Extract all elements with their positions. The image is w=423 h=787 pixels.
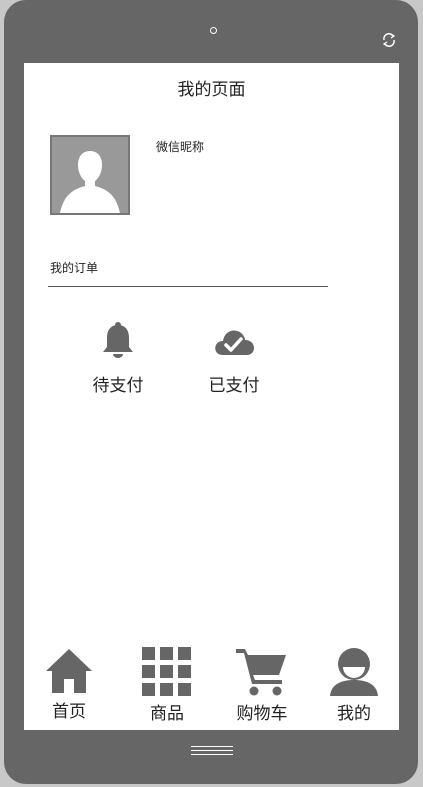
home-button[interactable] <box>191 746 233 758</box>
tab-mine-label: 我的 <box>337 704 371 724</box>
tab-products-label: 商品 <box>150 704 184 724</box>
bell-icon <box>103 322 133 358</box>
cart-icon <box>236 649 286 696</box>
cloud-check-icon <box>215 330 254 355</box>
order-pending-button[interactable]: 待支付 <box>78 321 158 396</box>
order-pending-label: 待支付 <box>92 376 144 396</box>
tab-bar: 首页 商品 购物车 我的 <box>24 647 399 730</box>
tab-home[interactable]: 首页 <box>24 647 114 722</box>
screen: 我的页面 微信昵称 我的订单 待支付 已支付 首页 商品 购物车 我的 <box>24 63 399 730</box>
order-paid-button[interactable]: 已支付 <box>194 321 274 396</box>
camera-icon <box>210 27 217 34</box>
divider <box>48 286 328 287</box>
tab-cart-label: 购物车 <box>236 704 288 724</box>
tab-products[interactable]: 商品 <box>122 647 212 724</box>
order-paid-label: 已支付 <box>208 376 260 396</box>
grid-icon <box>142 647 191 696</box>
home-icon <box>46 649 92 693</box>
orders-label: 我的订单 <box>50 261 99 275</box>
user-icon <box>330 648 378 696</box>
avatar[interactable] <box>50 135 130 215</box>
tab-mine[interactable]: 我的 <box>309 647 399 724</box>
nickname: 微信昵称 <box>156 140 205 154</box>
tab-home-label: 首页 <box>52 702 86 722</box>
person-silhouette-icon <box>60 151 120 213</box>
page-title: 我的页面 <box>177 80 246 100</box>
tab-cart[interactable]: 购物车 <box>217 647 307 724</box>
rotate-icon[interactable] <box>380 31 398 49</box>
